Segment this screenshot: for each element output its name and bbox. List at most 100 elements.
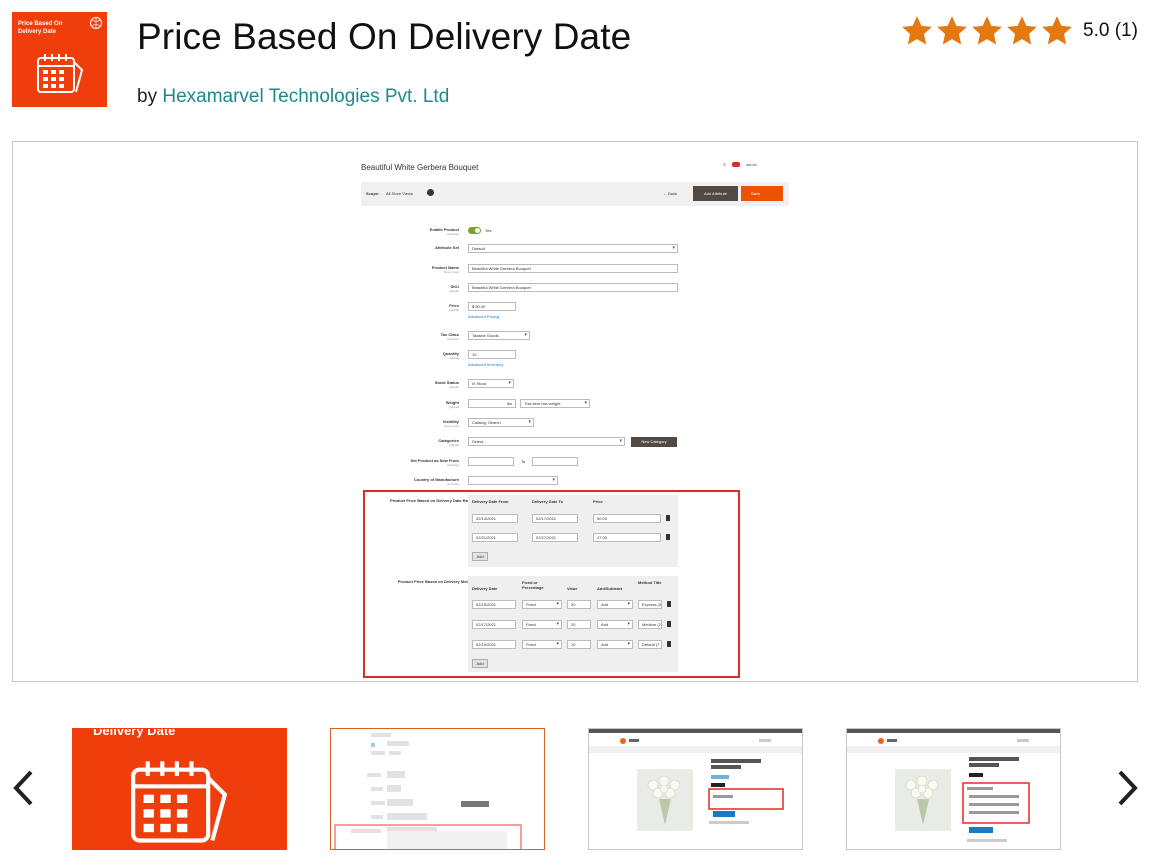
value-input: 20 bbox=[567, 620, 591, 629]
field-label: SKU [global] bbox=[449, 284, 459, 293]
grid-header: Delivery Date To bbox=[532, 499, 564, 504]
country-row: Country of Manufacture [website] bbox=[361, 476, 789, 488]
delivery-date-input: 02/17/2021 bbox=[472, 620, 516, 629]
trash-icon bbox=[666, 534, 670, 540]
field-label: Categories [global] bbox=[438, 438, 459, 447]
value-input: 10 bbox=[567, 640, 591, 649]
trash-icon bbox=[666, 515, 670, 521]
sku-row: SKU [global] Beautiful White Gerbera Bouq… bbox=[361, 283, 789, 295]
attribute-set-select: Default bbox=[468, 244, 678, 253]
delivery-date-input: 02/15/2021 bbox=[472, 600, 516, 609]
add-range-button: Add bbox=[472, 552, 488, 561]
grid-header: Delivery Date bbox=[472, 586, 498, 591]
price-input: $ 50.00 bbox=[468, 302, 516, 311]
date-to-input: 02/17/2021 bbox=[532, 514, 578, 523]
sku-input: Beautiful White Gerbera Bouquet bbox=[468, 283, 678, 292]
star-icon bbox=[1007, 16, 1037, 45]
product-name-row: Product Name [store view] Beautiful White… bbox=[361, 264, 789, 276]
byline: by Hexamarvel Technologies Pvt. Ltd bbox=[137, 86, 449, 108]
grid-header: Fixed or Percentage bbox=[522, 580, 544, 590]
new-from-date bbox=[468, 457, 514, 466]
op-select: Add bbox=[597, 600, 633, 609]
scope-label: Scope: bbox=[366, 191, 380, 196]
trash-icon bbox=[667, 601, 671, 607]
categories-select: Select... bbox=[468, 437, 625, 446]
star-rating bbox=[900, 14, 1074, 48]
set-new-row: Set Product as New From [website] To bbox=[361, 457, 789, 469]
tax-class-select: Taxable Goods bbox=[468, 331, 530, 340]
weight-input: lbs bbox=[468, 399, 516, 408]
grid-header: Add/Subtract bbox=[597, 586, 623, 591]
grid-header: Method Title bbox=[638, 580, 662, 585]
rating-score[interactable]: 5.0 (1) bbox=[1083, 20, 1138, 42]
add-method-button: Add bbox=[472, 659, 488, 668]
chevron-left-icon[interactable] bbox=[11, 768, 35, 808]
date-to-input: 02/27/2021 bbox=[532, 533, 578, 542]
main-preview-image[interactable]: Beautiful White Gerbera Bouquet ⚲ admin … bbox=[12, 141, 1138, 682]
trash-icon bbox=[667, 641, 671, 647]
field-label: Enable Product [website] bbox=[429, 227, 459, 236]
thumbnail-3[interactable] bbox=[588, 728, 803, 850]
field-label: Stock Status [global] bbox=[434, 380, 459, 389]
new-to-date bbox=[532, 457, 578, 466]
fixed-select: Fixed bbox=[522, 600, 562, 609]
field-label: Tax Class [website] bbox=[440, 332, 459, 341]
thumbnail-2[interactable] bbox=[330, 728, 545, 850]
rating: 5.0 (1) bbox=[900, 14, 1138, 48]
date-from-input: 02/14/2021 bbox=[472, 514, 518, 523]
star-icon bbox=[972, 16, 1002, 45]
star-icon bbox=[937, 16, 967, 45]
date-from-input: 02/21/2021 bbox=[472, 533, 518, 542]
stock-status-select: In Stock bbox=[468, 379, 514, 388]
weight-row: Weight [global] lbs This item has weight bbox=[361, 399, 789, 411]
star-icon bbox=[902, 16, 932, 45]
enable-product-row: Enable Product [website] Yes bbox=[361, 226, 789, 238]
advanced-inventory-link: Advanced Inventory bbox=[468, 362, 504, 367]
grid-header: Value bbox=[567, 586, 578, 591]
method-title-input: Medium (2 bbox=[638, 620, 662, 629]
op-select: Add bbox=[597, 640, 633, 649]
admin-form-thumbnail bbox=[334, 733, 522, 849]
thumbnail-4[interactable] bbox=[846, 728, 1061, 850]
ball-icon bbox=[89, 16, 103, 30]
thumbnail-text: Delivery Date bbox=[93, 728, 176, 738]
chevron-right-icon[interactable] bbox=[1116, 768, 1140, 808]
country-select bbox=[468, 476, 558, 485]
back-link: ← Back bbox=[663, 191, 678, 196]
method-title-input: Express (3 bbox=[638, 600, 662, 609]
scope-select: All Store Views bbox=[386, 191, 413, 196]
page-title: Price Based On Delivery Date bbox=[137, 16, 632, 57]
tax-class-row: Tax Class [website] Taxable Goods bbox=[361, 331, 789, 343]
logo-text: Price Based On Delivery Date bbox=[18, 21, 63, 35]
user-menu: admin bbox=[745, 162, 757, 167]
add-attribute-button: Add Attribute bbox=[693, 186, 738, 201]
method-title-input: Default (7 bbox=[638, 640, 662, 649]
product-name-input: Beautiful White Gerbera Bouquet bbox=[468, 264, 678, 273]
op-select: Add bbox=[597, 620, 633, 629]
grid-header: Delivery Date From bbox=[472, 499, 509, 504]
price-input: 47.00 bbox=[593, 533, 661, 542]
star-icon bbox=[1042, 16, 1072, 45]
value-input: 30 bbox=[567, 600, 591, 609]
help-icon bbox=[427, 189, 434, 196]
trash-icon bbox=[667, 621, 671, 627]
range-grid: Delivery Date From Delivery Date To Pric… bbox=[468, 495, 678, 567]
quantity-row: Quantity [global] 10 Advanced Inventory bbox=[361, 350, 789, 367]
search-icon: ⚲ bbox=[723, 162, 726, 167]
product-page-title: Beautiful White Gerbera Bouquet bbox=[361, 163, 479, 172]
delivery-date-input: 02/19/2021 bbox=[472, 640, 516, 649]
grid-header: Price bbox=[593, 499, 603, 504]
by-prefix: by bbox=[137, 86, 158, 107]
notification-icon bbox=[731, 162, 740, 167]
advanced-pricing-link: Advanced Pricing bbox=[468, 314, 500, 319]
method-grid: Delivery Date Fixed or Percentage Value … bbox=[468, 576, 678, 672]
enable-toggle bbox=[468, 227, 481, 234]
to-label: To bbox=[521, 459, 526, 464]
vendor-link[interactable]: Hexamarvel Technologies Pvt. Ltd bbox=[162, 86, 449, 107]
field-label: Price [global] bbox=[449, 303, 459, 312]
thumbnail-1[interactable]: Delivery Date bbox=[72, 728, 287, 850]
visibility-row: Visibility [store view] Catalog, Search bbox=[361, 418, 789, 430]
weight-select: This item has weight bbox=[520, 399, 590, 408]
toggle-value: Yes bbox=[485, 228, 492, 233]
price-row: Price [global] $ 50.00 Advanced Pricing bbox=[361, 302, 789, 319]
